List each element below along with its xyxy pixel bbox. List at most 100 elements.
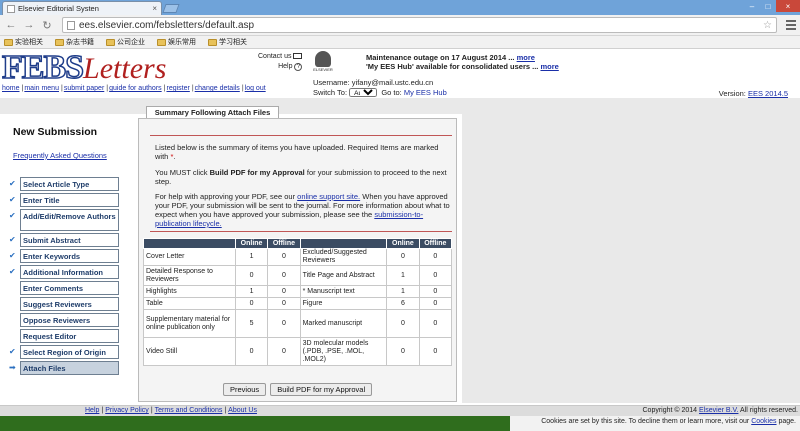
elsevier-link[interactable]: Elsevier B.V. <box>699 407 738 414</box>
step-label[interactable]: Enter Title <box>20 193 119 207</box>
build-instruction: You MUST click Build PDF for my Approval… <box>155 168 450 186</box>
build-pdf-button[interactable]: Build PDF for my Approval <box>270 383 373 396</box>
footer-about-link[interactable]: About Us <box>228 407 257 414</box>
bookmark-folder[interactable]: 娱乐常用 <box>157 37 196 47</box>
more-link-1[interactable]: more <box>517 53 535 62</box>
help-paragraph: For help with approving your PDF, see ou… <box>155 192 450 228</box>
role-select[interactable]: Author <box>349 88 378 97</box>
contact-us-link[interactable]: Contact us <box>258 53 291 60</box>
step-enter-comments[interactable]: Enter Comments <box>9 281 119 295</box>
tab-close-icon[interactable]: × <box>152 4 157 13</box>
maintenance-notice: Maintenance outage on 17 August 2014 ...… <box>366 53 559 71</box>
step-label[interactable]: Enter Comments <box>20 281 119 295</box>
minimize-icon[interactable]: – <box>744 0 760 12</box>
previous-button[interactable]: Previous <box>223 383 267 396</box>
bookmark-folder[interactable]: 杂志书籍 <box>55 37 94 47</box>
browser-titlebar: Elsevier Editorial Systen × – □ × <box>0 0 800 15</box>
copyright-text: Copyright © 2014 <box>642 407 698 414</box>
step-suggest-reviewers[interactable]: Suggest Reviewers <box>9 297 119 311</box>
elsevier-logo: ELSEVIER <box>313 51 333 75</box>
item-name: Video Still <box>143 337 236 366</box>
offline-count: 0 <box>267 309 301 338</box>
bookmark-folder[interactable]: 公司企业 <box>106 37 145 47</box>
url-text: ees.elsevier.com/febsletters/default.asp <box>79 19 255 31</box>
step-label[interactable]: Oppose Reviewers <box>20 313 119 327</box>
step-label[interactable]: Add/Edit/Remove Authors <box>20 209 119 231</box>
nav-register[interactable]: register <box>166 85 189 92</box>
bookmark-folder[interactable]: 学习相关 <box>208 37 247 47</box>
step-oppose-reviewers[interactable]: Oppose Reviewers <box>9 313 119 327</box>
browser-tab[interactable]: Elsevier Editorial Systen × <box>2 1 162 15</box>
restore-icon[interactable]: □ <box>760 0 776 12</box>
footer-help-link[interactable]: Help <box>85 407 99 414</box>
step-label[interactable]: Select Region of Origin <box>20 345 119 359</box>
new-tab-button[interactable] <box>162 4 180 13</box>
version-link[interactable]: EES 2014.5 <box>748 89 788 98</box>
online-count: 0 <box>234 265 269 286</box>
step-label[interactable]: Additional Information <box>20 265 119 279</box>
step-additional-information[interactable]: ✔ Additional Information <box>9 265 119 279</box>
help-icon[interactable]: ? <box>294 63 303 71</box>
step-attach-files[interactable]: ➡ Attach Files <box>9 361 119 375</box>
hamburger-menu-icon[interactable] <box>786 20 796 30</box>
footer-terms-link[interactable]: Terms and Conditions <box>155 407 223 414</box>
online-support-link[interactable]: online support site. <box>297 192 360 201</box>
bookmark-star-icon[interactable]: ☆ <box>763 20 772 31</box>
help-link[interactable]: Help <box>278 63 292 70</box>
step-enter-title[interactable]: ✔ Enter Title <box>9 193 119 207</box>
footer-privacy-link[interactable]: Privacy Policy <box>105 407 149 414</box>
online-count: 0 <box>234 297 269 310</box>
step-select-region-of-origin[interactable]: ✔ Select Region of Origin <box>9 345 119 359</box>
back-arrow-icon[interactable]: ← <box>4 18 18 32</box>
cookies-link[interactable]: Cookies <box>751 418 776 425</box>
nav-log-out[interactable]: log out <box>245 85 266 92</box>
envelope-icon[interactable] <box>293 53 303 60</box>
nav-guide-for-authors[interactable]: guide for authors <box>109 85 162 92</box>
offline-count: 0 <box>418 265 453 286</box>
online-count: 5 <box>234 309 269 338</box>
checkmark-icon: ✔ <box>9 179 16 188</box>
checkmark-icon: ✔ <box>9 267 16 276</box>
action-buttons: Previous Build PDF for my Approval <box>223 383 373 396</box>
step-label[interactable]: Suggest Reviewers <box>20 297 119 311</box>
go-to-label: Go to: <box>381 88 402 97</box>
logo-letters: Letters <box>83 52 167 85</box>
step-submit-abstract[interactable]: ✔ Submit Abstract <box>9 233 119 247</box>
offline-count: 0 <box>418 248 453 266</box>
page-info-icon[interactable] <box>67 20 75 30</box>
step-label[interactable]: Attach Files <box>20 361 119 375</box>
nav-change-details[interactable]: change details <box>195 85 240 92</box>
checkmark-icon: ✔ <box>9 235 16 244</box>
nav-home[interactable]: home <box>2 85 20 92</box>
step-label[interactable]: Select Article Type <box>20 177 119 191</box>
item-name: Excluded/Suggested Reviewers <box>299 248 388 266</box>
my-ees-hub-link[interactable]: My EES Hub <box>404 88 447 97</box>
item-name: Figure <box>299 297 388 310</box>
cookie-end: page. <box>778 418 796 425</box>
summary-tab: Summary Following Attach Files <box>146 106 279 118</box>
faq-link[interactable]: Frequently Asked Questions <box>13 151 107 160</box>
step-label[interactable]: Submit Abstract <box>20 233 119 247</box>
more-link-2[interactable]: more <box>540 62 558 71</box>
help-text-start: For help with approving your PDF, see ou… <box>155 192 296 201</box>
url-field[interactable]: ees.elsevier.com/febsletters/default.asp… <box>62 17 777 33</box>
online-count: 0 <box>386 337 420 366</box>
forward-arrow-icon[interactable]: → <box>22 18 36 32</box>
offline-count: 0 <box>267 285 301 298</box>
copyright: Copyright © 2014 Elsevier B.V. All right… <box>643 407 799 414</box>
step-label[interactable]: Request Editor <box>20 329 119 343</box>
step-select-article-type[interactable]: ✔ Select Article Type <box>9 177 119 191</box>
nav-submit-paper[interactable]: submit paper <box>64 85 104 92</box>
sidebar-title: New Submission <box>13 126 98 138</box>
switch-to-label: Switch To: <box>313 88 348 97</box>
step-request-editor[interactable]: Request Editor <box>9 329 119 343</box>
close-window-icon[interactable]: × <box>776 0 800 12</box>
nav-main-menu[interactable]: main menu <box>24 85 59 92</box>
step-label[interactable]: Enter Keywords <box>20 249 119 263</box>
intro-end: . <box>173 152 176 161</box>
reload-icon[interactable]: ↻ <box>40 18 54 32</box>
step-enter-keywords[interactable]: ✔ Enter Keywords <box>9 249 119 263</box>
online-count: 6 <box>386 297 420 310</box>
step-add-edit-remove-authors[interactable]: ✔ Add/Edit/Remove Authors <box>9 209 119 231</box>
bookmark-folder[interactable]: 实验相关 <box>4 37 43 47</box>
